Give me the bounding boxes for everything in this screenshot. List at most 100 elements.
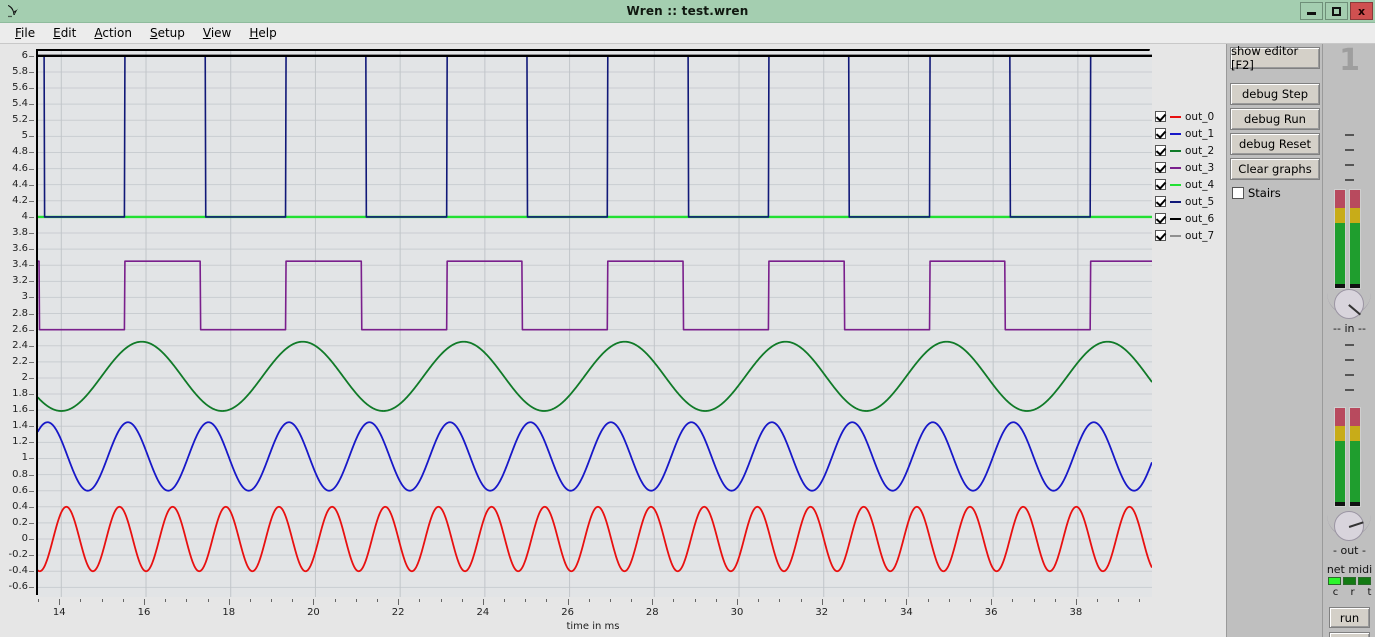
y-tick-label: 3.4 bbox=[12, 259, 28, 271]
x-tick-label: 28 bbox=[645, 607, 659, 618]
tick-mark bbox=[1345, 374, 1354, 376]
input-knob-pointer bbox=[1348, 304, 1361, 315]
y-tick-mark bbox=[29, 71, 34, 73]
y-tick-mark bbox=[29, 297, 34, 299]
legend-color-swatch-out_5 bbox=[1170, 200, 1181, 203]
legend-row-out_3: out_3 bbox=[1155, 161, 1225, 174]
x-tick-mark bbox=[292, 599, 294, 602]
legend-checkbox-out_0[interactable] bbox=[1155, 111, 1166, 122]
y-tick-label: 1 bbox=[21, 452, 28, 464]
x-tick-mark bbox=[271, 599, 273, 602]
legend-checkbox-out_4[interactable] bbox=[1155, 179, 1166, 190]
plot-area[interactable] bbox=[36, 49, 1152, 597]
x-axis-label: time in ms bbox=[566, 621, 620, 632]
legend-checkbox-out_5[interactable] bbox=[1155, 196, 1166, 207]
x-tick-mark bbox=[991, 599, 993, 605]
y-tick-mark bbox=[29, 104, 34, 106]
menu-view[interactable]: View bbox=[194, 24, 240, 42]
x-tick-mark bbox=[1054, 599, 1056, 602]
led-r bbox=[1343, 577, 1356, 585]
maximize-button[interactable] bbox=[1325, 2, 1348, 20]
legend-color-swatch-out_1 bbox=[1170, 132, 1181, 135]
stairs-checkbox[interactable]: Stairs bbox=[1232, 186, 1319, 200]
x-tick-mark bbox=[376, 599, 378, 602]
x-tick-mark bbox=[969, 599, 971, 602]
x-tick-mark bbox=[737, 599, 738, 605]
x-tick-mark bbox=[652, 599, 654, 605]
x-tick-mark bbox=[355, 599, 357, 602]
legend-row-out_7: out_7 bbox=[1155, 229, 1225, 242]
legend-label-out_3: out_3 bbox=[1185, 161, 1215, 174]
y-tick-mark bbox=[29, 200, 34, 202]
legend-row-out_5: out_5 bbox=[1155, 195, 1225, 208]
show-editor-button[interactable]: show editor [F2] bbox=[1230, 44, 1320, 72]
x-tick-mark bbox=[249, 599, 251, 602]
legend-label-out_0: out_0 bbox=[1185, 110, 1215, 123]
y-tick-mark bbox=[29, 442, 34, 444]
y-tick-label: 3.8 bbox=[12, 227, 28, 238]
reset-button[interactable]: reset bbox=[1329, 632, 1370, 637]
menu-file[interactable]: File bbox=[6, 24, 44, 42]
y-tick-label: 1.6 bbox=[12, 404, 28, 416]
window-controls: x bbox=[1300, 2, 1373, 20]
stairs-checkbox-box bbox=[1232, 187, 1244, 199]
legend-label-out_5: out_5 bbox=[1185, 195, 1215, 208]
x-tick-mark bbox=[779, 599, 781, 602]
y-tick-label: 2 bbox=[21, 371, 28, 383]
legend-color-swatch-out_7 bbox=[1170, 234, 1181, 237]
y-tick-label: 0.4 bbox=[12, 500, 28, 512]
output-gain-knob[interactable] bbox=[1334, 511, 1364, 541]
tick-mark bbox=[1345, 344, 1354, 346]
x-tick-label: 18 bbox=[222, 607, 236, 618]
y-tick-label: 1.4 bbox=[12, 420, 28, 432]
legend-checkbox-out_2[interactable] bbox=[1155, 145, 1166, 156]
waveform-plot bbox=[38, 51, 1152, 597]
y-axis: 6 5.8 5.6 5.4 5.2 5 4.8 4.6 4.4 4.2 4 3.8 3.6 3.4 3.2 3… bbox=[0, 44, 36, 615]
y-tick-label: 2.6 bbox=[12, 323, 28, 335]
clear-graphs-button[interactable]: Clear graphs bbox=[1230, 158, 1320, 180]
y-tick-label: 5.2 bbox=[12, 114, 28, 126]
legend-checkbox-out_7[interactable] bbox=[1155, 230, 1166, 241]
x-tick-mark bbox=[927, 599, 929, 602]
x-tick-mark bbox=[1118, 599, 1120, 602]
output-level-meters bbox=[1334, 407, 1361, 507]
debug-step-button[interactable]: debug Step bbox=[1230, 83, 1320, 105]
input-gain-knob[interactable] bbox=[1334, 289, 1364, 319]
control-spacer bbox=[1230, 72, 1319, 83]
stairs-checkbox-label: Stairs bbox=[1248, 186, 1281, 200]
x-tick-mark bbox=[694, 599, 696, 602]
x-tick-mark bbox=[101, 599, 103, 602]
legend-color-swatch-out_4 bbox=[1170, 183, 1181, 186]
x-tick-mark bbox=[144, 599, 145, 605]
menu-edit[interactable]: Edit bbox=[44, 24, 85, 42]
wren-main-window: Wren :: test.wren x File Edit Action Set… bbox=[0, 0, 1375, 637]
menu-setup[interactable]: Setup bbox=[141, 24, 194, 42]
menu-help[interactable]: Help bbox=[240, 24, 285, 42]
run-button[interactable]: run bbox=[1329, 607, 1370, 628]
minimize-button[interactable] bbox=[1300, 2, 1323, 20]
y-tick-label: 1.8 bbox=[12, 388, 28, 400]
x-tick-mark bbox=[885, 599, 887, 602]
legend-checkbox-out_6[interactable] bbox=[1155, 213, 1166, 224]
y-tick-mark bbox=[29, 410, 34, 412]
menu-action[interactable]: Action bbox=[85, 24, 141, 42]
x-tick-mark bbox=[842, 599, 844, 602]
y-tick-label: 5 bbox=[21, 130, 28, 142]
x-tick-mark bbox=[588, 599, 590, 602]
series-legend: out_0 out_1 out_2 out_3 out_4 out_5 out_6 out_7 bbox=[1155, 110, 1225, 242]
legend-color-swatch-out_6 bbox=[1170, 217, 1181, 220]
debug-run-button[interactable]: debug Run bbox=[1230, 108, 1320, 130]
close-button[interactable]: x bbox=[1350, 2, 1373, 20]
y-tick-mark bbox=[29, 587, 34, 589]
debug-reset-button[interactable]: debug Reset bbox=[1230, 133, 1320, 155]
menu-view-rest: iew bbox=[210, 26, 232, 40]
x-tick-mark bbox=[1075, 599, 1077, 605]
x-tick-label: 38 bbox=[1069, 607, 1083, 618]
legend-checkbox-out_1[interactable] bbox=[1155, 128, 1166, 139]
output-meter-right bbox=[1349, 407, 1361, 507]
x-tick-mark bbox=[609, 599, 611, 602]
legend-checkbox-out_3[interactable] bbox=[1155, 162, 1166, 173]
legend-row-out_2: out_2 bbox=[1155, 144, 1225, 157]
window-title: Wren :: test.wren bbox=[626, 4, 749, 18]
y-tick-mark bbox=[29, 313, 34, 315]
